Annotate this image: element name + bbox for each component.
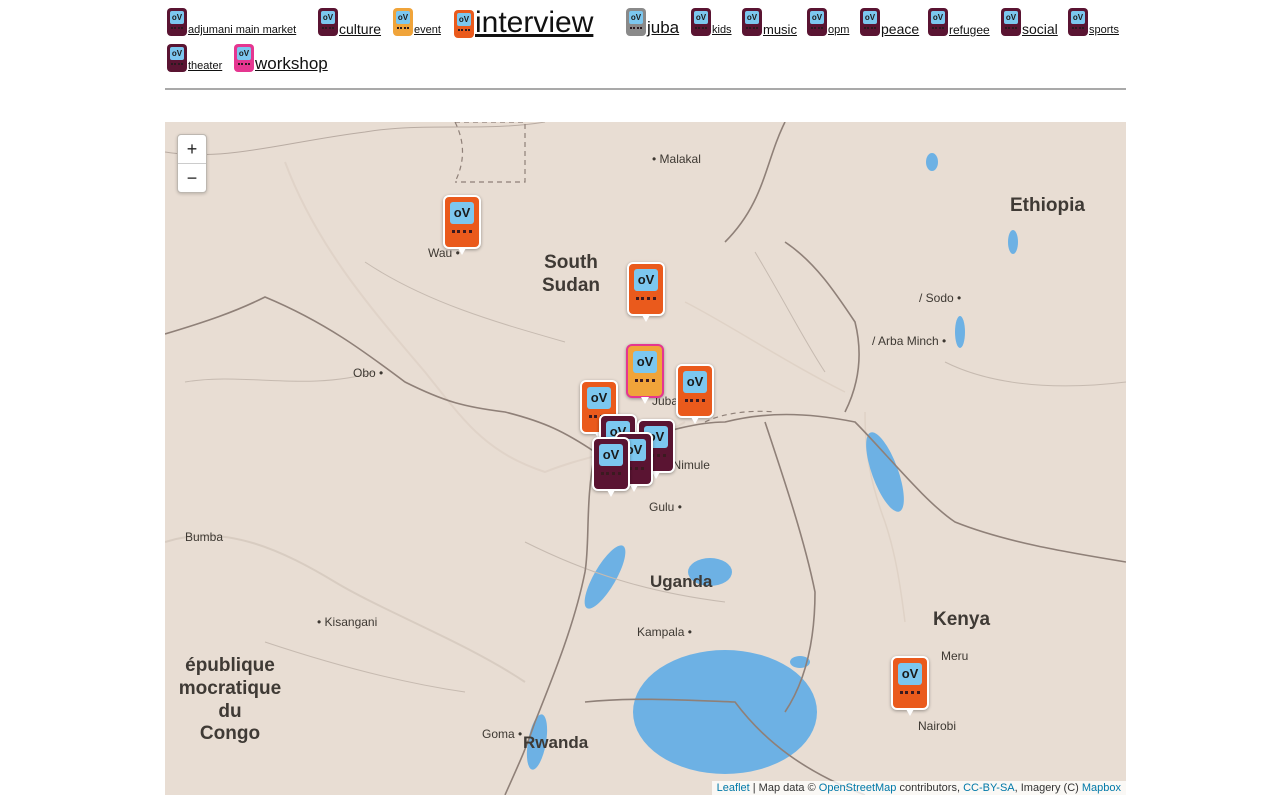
- tag-icon: oV: [860, 8, 880, 36]
- tag-opm[interactable]: oV opm: [807, 8, 849, 36]
- city-label-sodo: / Sodo •: [919, 291, 962, 305]
- leaflet-link[interactable]: Leaflet: [717, 782, 750, 794]
- city-label-bumba: Bumba: [185, 530, 224, 544]
- tag-peace[interactable]: oV peace: [860, 8, 919, 36]
- city-label-kisangani: • Kisangani: [317, 615, 378, 629]
- city-label-malakal: • Malakal: [652, 152, 701, 166]
- tag-icon: oV: [1068, 8, 1088, 36]
- tag-icon: oV: [454, 10, 474, 38]
- map-marker-interview[interactable]: oV: [627, 262, 665, 322]
- license-link[interactable]: CC-BY-SA: [963, 782, 1015, 794]
- country-label-rwanda: Rwanda: [523, 733, 589, 752]
- zoom-out-button[interactable]: −: [178, 163, 206, 192]
- tag-workshop[interactable]: oV workshop: [234, 44, 328, 72]
- map-marker-event[interactable]: oV: [626, 344, 664, 404]
- tag-cloud: oV adjumani main market oV culture oV event…: [165, 6, 1126, 86]
- tag-icon: oV: [234, 44, 254, 72]
- tag-social[interactable]: oV social: [1001, 8, 1058, 36]
- map-marker-interview[interactable]: oV: [443, 195, 481, 255]
- country-label-ethiopia: Ethiopia: [1010, 195, 1085, 216]
- tag-icon: oV: [167, 44, 187, 72]
- city-label-nairobi: Nairobi: [918, 719, 957, 733]
- map-marker-interview[interactable]: oV: [891, 656, 929, 716]
- tag-icon: oV: [691, 8, 711, 36]
- country-label-kenya: Kenya: [933, 609, 991, 630]
- country-label-uganda: Uganda: [650, 572, 713, 591]
- tag-icon: oV: [626, 8, 646, 36]
- tag-event[interactable]: oV event: [393, 8, 441, 36]
- city-label-gulu: Gulu •: [649, 500, 682, 514]
- map[interactable]: + − • Malakal Wau • Obo • Juba • Nimule …: [165, 122, 1126, 795]
- tag-juba[interactable]: oV juba: [626, 8, 679, 36]
- country-label-drc: épublique mocratique du Congo: [178, 655, 282, 745]
- tag-icon: oV: [393, 8, 413, 36]
- map-attribution: Leaflet | Map data © OpenStreetMap contr…: [711, 781, 1126, 795]
- zoom-control: + −: [177, 134, 207, 193]
- tag-icon: oV: [807, 8, 827, 36]
- mapbox-link[interactable]: Mapbox: [1082, 782, 1121, 794]
- zoom-in-button[interactable]: +: [178, 135, 206, 163]
- country-label-south-sudan: South Sudan: [541, 252, 601, 296]
- map-marker-interview[interactable]: oV: [676, 364, 714, 424]
- tag-icon: oV: [1001, 8, 1021, 36]
- city-label-obo: Obo •: [353, 366, 384, 380]
- osm-link[interactable]: OpenStreetMap: [819, 782, 897, 794]
- divider: [165, 88, 1126, 90]
- tag-kids[interactable]: oV kids: [691, 8, 732, 36]
- map-marker-culture[interactable]: oV: [592, 437, 630, 497]
- tag-icon: oV: [928, 8, 948, 36]
- tag-sports[interactable]: oV sports: [1068, 8, 1119, 36]
- tag-theater[interactable]: oV theater: [167, 44, 222, 72]
- city-label-kampala: Kampala •: [637, 625, 692, 639]
- tag-interview[interactable]: oV interview: [454, 8, 593, 38]
- city-label-arba-minch: / Arba Minch •: [872, 334, 947, 348]
- tag-icon: oV: [167, 8, 187, 36]
- tag-adjumani-main-market[interactable]: oV adjumani main market: [167, 8, 296, 36]
- city-label-meru: Meru: [941, 649, 969, 663]
- tag-icon: oV: [318, 8, 338, 36]
- tag-music[interactable]: oV music: [742, 8, 797, 36]
- tag-refugee[interactable]: oV refugee: [928, 8, 990, 36]
- tag-culture[interactable]: oV culture: [318, 8, 381, 36]
- city-label-goma: Goma •: [482, 727, 523, 741]
- tag-icon: oV: [742, 8, 762, 36]
